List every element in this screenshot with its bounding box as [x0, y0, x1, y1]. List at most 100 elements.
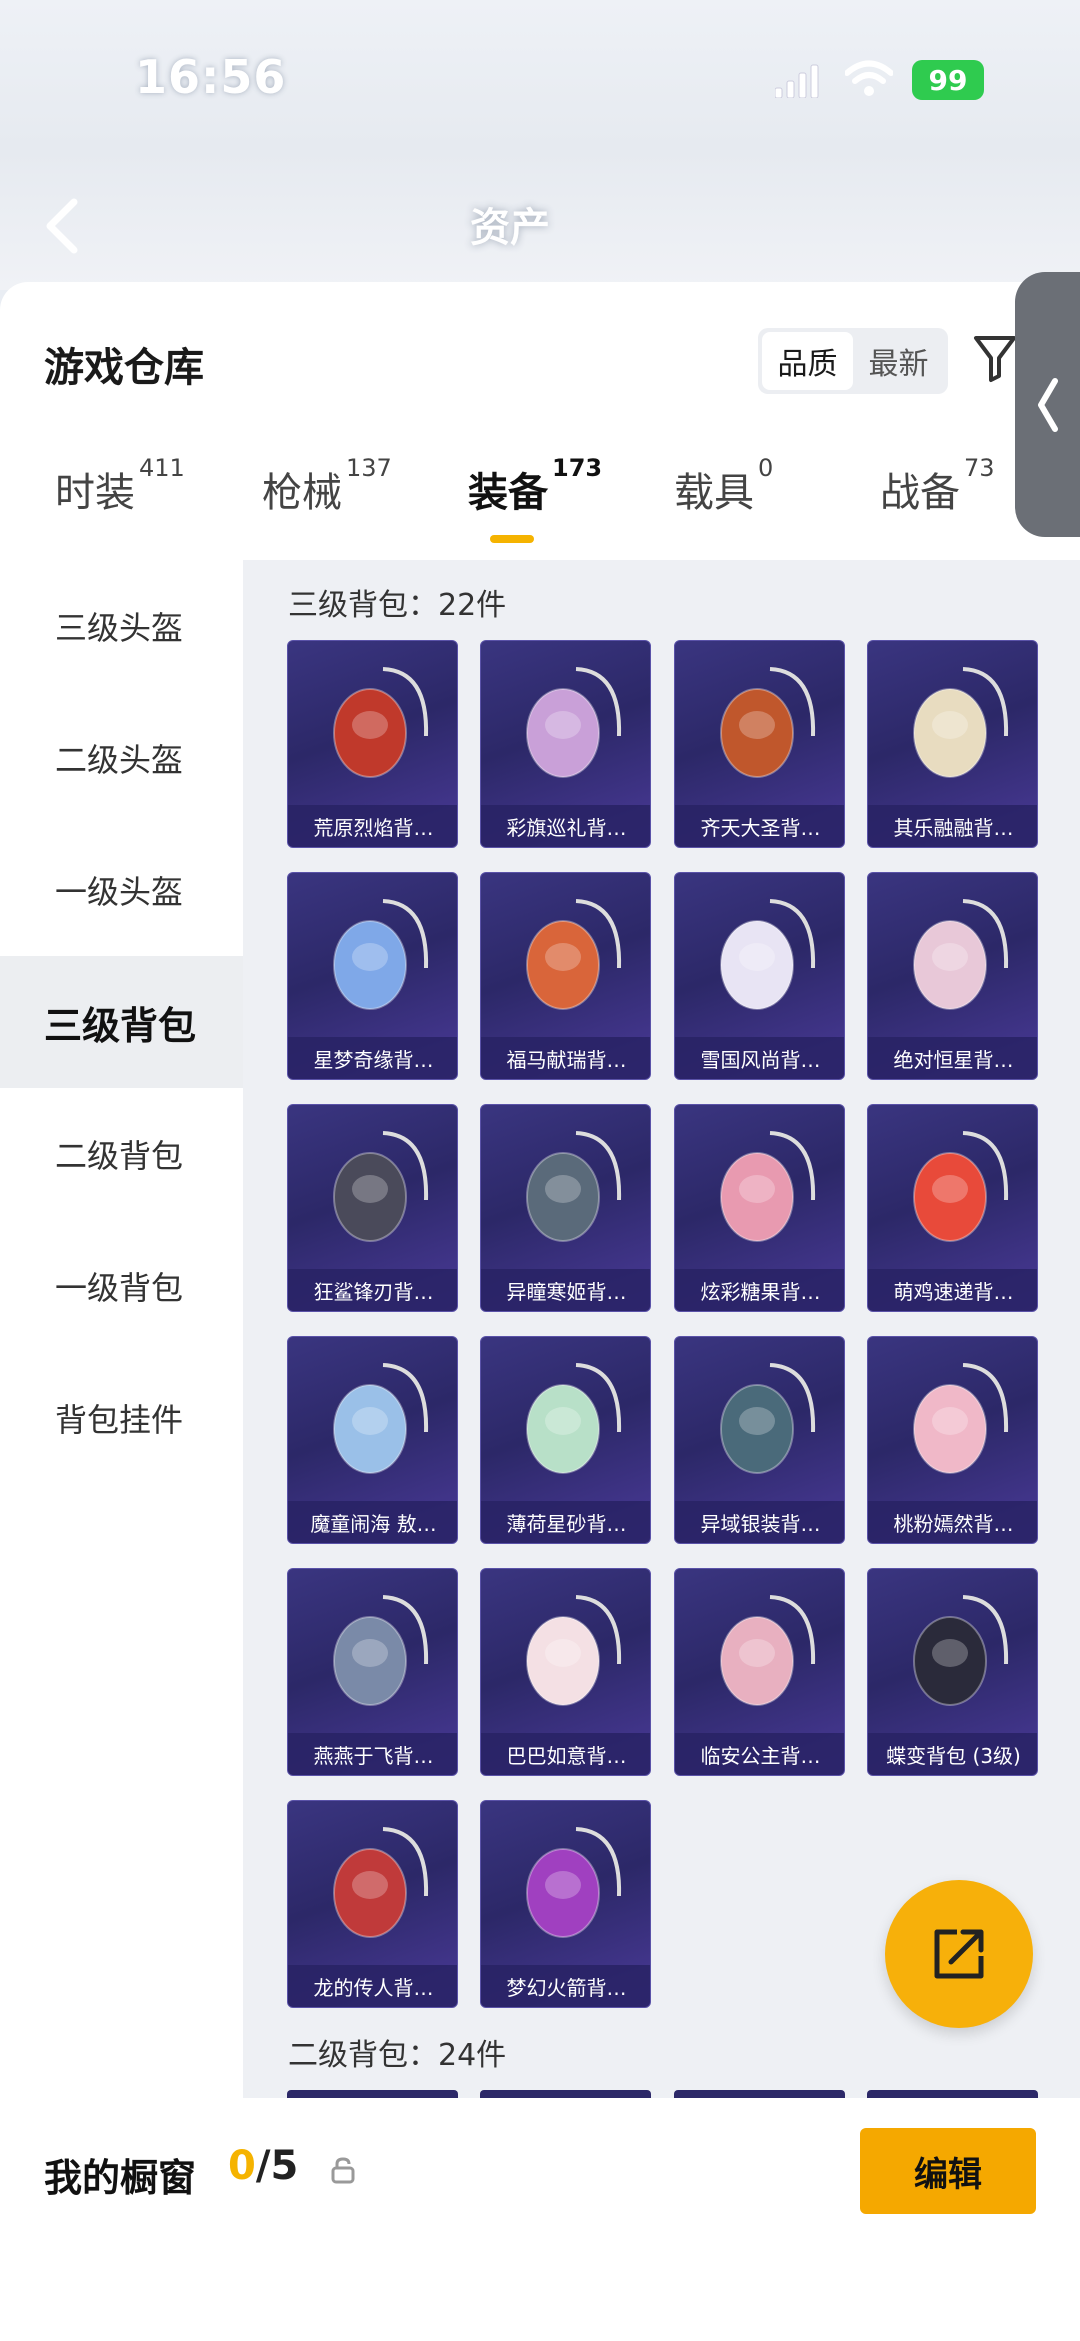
- item-card[interactable]: 雪国风尚背…: [674, 872, 845, 1080]
- item-card[interactable]: 福马献瑞背…: [480, 872, 651, 1080]
- item-card[interactable]: 狂鲨锋刃背…: [287, 1104, 458, 1312]
- status-bar: 16:56 99: [0, 0, 1080, 150]
- backpack-image: [720, 899, 816, 1010]
- item-card[interactable]: 临安公主背…: [674, 1568, 845, 1776]
- item-card[interactable]: 萌鸡速递背…: [867, 1104, 1038, 1312]
- item-card[interactable]: 梦幻火箭背…: [480, 1800, 651, 2008]
- backpack-image: [333, 667, 429, 778]
- backpack-image: [333, 1363, 429, 1474]
- status-time: 16:56: [135, 50, 287, 104]
- item-name: 荒原烈焰背…: [288, 805, 457, 847]
- item-name: 萌鸡速递背…: [868, 1269, 1037, 1311]
- showcase-count: 0/5: [228, 2143, 298, 2189]
- wifi-icon: [845, 60, 893, 96]
- tab-supplies[interactable]: 战备73: [880, 454, 995, 550]
- backpack-image: [913, 667, 1009, 778]
- tab-count: 0: [758, 454, 774, 482]
- item-name: 薄荷星砂背…: [481, 1501, 650, 1543]
- item-card[interactable]: 燕燕于飞背…: [287, 1568, 458, 1776]
- showcase-label: 我的橱窗: [44, 2156, 197, 2200]
- subcategory-sidebar: 三级头盔 二级头盔 一级头盔 三级背包 二级背包 一级背包 背包挂件: [0, 560, 243, 2100]
- tab-guns[interactable]: 枪械137: [262, 454, 392, 550]
- tab-label: 枪械: [262, 470, 342, 516]
- backpack-image: [720, 667, 816, 778]
- category-tabs: 时装411 枪械137 装备173 载具0 战备73: [0, 454, 1080, 560]
- chevron-left-icon: [1037, 377, 1058, 432]
- sort-quality-button[interactable]: 品质: [762, 332, 853, 390]
- backpack-image: [333, 1595, 429, 1706]
- share-icon: [934, 1929, 984, 1979]
- item-name: 魔童闹海 敖…: [288, 1501, 457, 1543]
- backpack-image: [333, 1827, 429, 1938]
- item-name: 异瞳寒姬背…: [481, 1269, 650, 1311]
- item-card[interactable]: 彩旗巡礼背…: [480, 640, 651, 848]
- item-name: 炫彩糖果背…: [675, 1269, 844, 1311]
- backpack-image: [913, 1363, 1009, 1474]
- signal-icon: [775, 64, 819, 98]
- backpack-image: [526, 1595, 622, 1706]
- tab-fashion[interactable]: 时装411: [55, 454, 185, 550]
- item-name: 异域银装背…: [675, 1501, 844, 1543]
- backpack-image: [720, 1595, 816, 1706]
- tab-label: 载具: [674, 470, 754, 516]
- item-name: 巴巴如意背…: [481, 1733, 650, 1775]
- sidebar-item-backpack-1[interactable]: 一级背包: [0, 1220, 243, 1352]
- active-tab-indicator: [490, 535, 534, 543]
- tab-equipment[interactable]: 装备173: [468, 454, 602, 550]
- item-card[interactable]: 龙的传人背…: [287, 1800, 458, 2008]
- tab-vehicles[interactable]: 载具0: [674, 454, 773, 550]
- item-card[interactable]: 炫彩糖果背…: [674, 1104, 845, 1312]
- item-grid: 三级背包：22件 二级背包：24件 荒原烈焰背… 彩旗巡礼背… 齐天大圣背… 其乐融融…: [243, 560, 1080, 2100]
- backpack-image: [526, 1827, 622, 1938]
- tab-label: 装备: [468, 470, 548, 516]
- item-name: 梦幻火箭背…: [481, 1965, 650, 2007]
- backpack-image: [526, 1131, 622, 1242]
- item-name: 其乐融融背…: [868, 805, 1037, 847]
- item-card[interactable]: 荒原烈焰背…: [287, 640, 458, 848]
- showcase-total: /5: [255, 2143, 299, 2189]
- item-card[interactable]: 蝶变背包 (3级): [867, 1568, 1038, 1776]
- item-card[interactable]: 巴巴如意背…: [480, 1568, 651, 1776]
- sidebar-item-backpack-3[interactable]: 三级背包: [0, 956, 243, 1088]
- sidebar-item-helmet-3[interactable]: 三级头盔: [0, 560, 243, 692]
- backpack-image: [333, 1131, 429, 1242]
- share-button[interactable]: [885, 1880, 1033, 2028]
- sidebar-item-backpack-2[interactable]: 二级背包: [0, 1088, 243, 1220]
- item-name: 桃粉嫣然背…: [868, 1501, 1037, 1543]
- back-icon[interactable]: [42, 196, 82, 256]
- item-name: 蝶变背包 (3级): [868, 1733, 1037, 1775]
- item-name: 雪国风尚背…: [675, 1037, 844, 1079]
- tab-count: 411: [139, 454, 185, 482]
- item-card[interactable]: 异瞳寒姬背…: [480, 1104, 651, 1312]
- tab-count: 73: [964, 454, 995, 482]
- edit-button[interactable]: 编辑: [860, 2128, 1036, 2214]
- backpack-image: [526, 1363, 622, 1474]
- item-card[interactable]: 异域银装背…: [674, 1336, 845, 1544]
- item-card[interactable]: 其乐融融背…: [867, 640, 1038, 848]
- sidebar-item-helmet-1[interactable]: 一级头盔: [0, 824, 243, 956]
- backpack-image: [913, 1595, 1009, 1706]
- item-card[interactable]: 齐天大圣背…: [674, 640, 845, 848]
- backpack-image: [720, 1131, 816, 1242]
- sidebar-item-helmet-2[interactable]: 二级头盔: [0, 692, 243, 824]
- showcase-current: 0: [228, 2143, 256, 2189]
- tab-count: 137: [346, 454, 392, 482]
- sort-toggle: 品质 最新: [758, 328, 948, 394]
- backpack-image: [720, 1363, 816, 1474]
- sidebar-item-backpack-charm[interactable]: 背包挂件: [0, 1352, 243, 1484]
- item-name: 星梦奇缘背…: [288, 1037, 457, 1079]
- sort-newest-button[interactable]: 最新: [853, 332, 944, 390]
- filter-icon[interactable]: [973, 332, 1017, 384]
- item-name: 燕燕于飞背…: [288, 1733, 457, 1775]
- item-card[interactable]: 魔童闹海 敖…: [287, 1336, 458, 1544]
- item-card[interactable]: 薄荷星砂背…: [480, 1336, 651, 1544]
- item-card[interactable]: 星梦奇缘背…: [287, 872, 458, 1080]
- section-title: 三级背包：22件: [288, 588, 507, 623]
- item-name: 齐天大圣背…: [675, 805, 844, 847]
- page-title: 游戏仓库: [44, 345, 204, 391]
- backpack-image: [913, 1131, 1009, 1242]
- item-name: 福马献瑞背…: [481, 1037, 650, 1079]
- backpack-image: [333, 899, 429, 1010]
- item-card[interactable]: 绝对恒星背…: [867, 872, 1038, 1080]
- item-card[interactable]: 桃粉嫣然背…: [867, 1336, 1038, 1544]
